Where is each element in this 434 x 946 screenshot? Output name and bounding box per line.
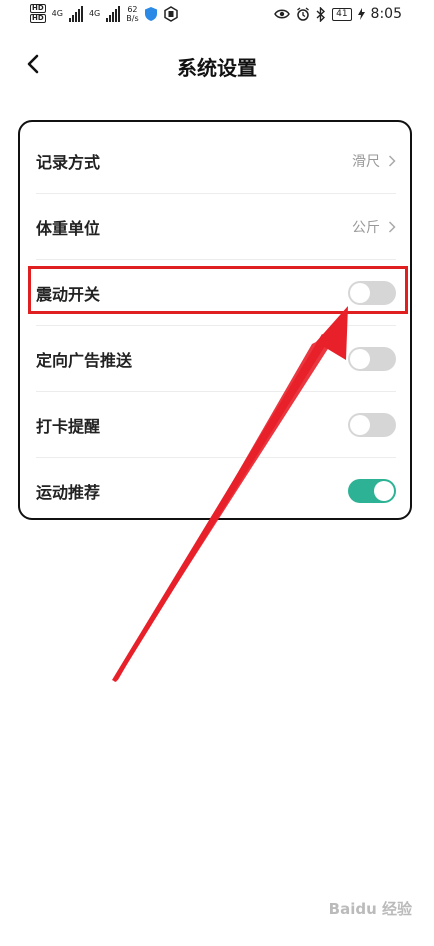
status-right: 41 8:05 xyxy=(274,6,402,22)
targeted-ads-toggle[interactable] xyxy=(348,347,396,371)
setting-row-weight-unit[interactable]: 体重单位 公斤 xyxy=(36,194,396,260)
screen: HD HD 4G 4G 62 B/s 41 8:05 系统设置 记录方式 滑尺 … xyxy=(0,0,434,946)
hd-badge: HD xyxy=(30,4,46,13)
app-notification-icon xyxy=(163,5,178,22)
setting-value-wrap: 滑尺 xyxy=(352,151,396,171)
setting-row-checkin-reminder: 打卡提醒 xyxy=(36,392,396,458)
settings-card: 记录方式 滑尺 体重单位 公斤 震动开关 定向广告推送 打卡提醒 运动推荐 xyxy=(18,120,412,520)
signal-label: 4G xyxy=(88,9,101,18)
setting-row-exercise-recommend: 运动推荐 xyxy=(36,458,396,524)
setting-label: 定向广告推送 xyxy=(36,351,133,370)
chevron-right-icon xyxy=(388,155,396,167)
clock: 8:05 xyxy=(370,6,402,22)
battery-icon: 41 xyxy=(332,7,352,21)
status-left: HD HD 4G 4G 62 B/s xyxy=(30,4,179,23)
signal-icon xyxy=(68,5,83,22)
status-bar: HD HD 4G 4G 62 B/s 41 8:05 xyxy=(0,0,434,30)
setting-value-wrap: 公斤 xyxy=(352,217,396,237)
setting-row-targeted-ads: 定向广告推送 xyxy=(36,326,396,392)
exercise-recommend-toggle[interactable] xyxy=(348,479,396,503)
toggle-knob xyxy=(350,415,370,435)
net-speed-unit: B/s xyxy=(126,13,139,23)
watermark: Baidu 经验 xyxy=(328,900,412,918)
toggle-knob xyxy=(374,481,394,501)
annotation-highlight-box xyxy=(28,266,408,314)
setting-label: 运动推荐 xyxy=(36,483,101,502)
setting-row-record-method[interactable]: 记录方式 滑尺 xyxy=(36,128,396,194)
alarm-icon xyxy=(297,7,309,21)
eye-icon xyxy=(274,9,290,19)
charging-icon xyxy=(357,8,365,20)
checkin-reminder-toggle[interactable] xyxy=(348,413,396,437)
setting-label: 打卡提醒 xyxy=(36,417,101,436)
hd-badges: HD HD xyxy=(30,4,46,23)
shield-icon xyxy=(144,6,157,21)
bluetooth-icon xyxy=(316,6,326,22)
signal-icon xyxy=(106,5,121,22)
signal-label: 4G xyxy=(51,9,63,18)
hd-badge: HD xyxy=(30,14,46,23)
chevron-right-icon xyxy=(388,221,396,233)
setting-label: 记录方式 xyxy=(36,153,101,172)
toggle-knob xyxy=(350,349,370,369)
setting-value: 公斤 xyxy=(352,220,380,236)
net-speed: 62 B/s xyxy=(126,5,138,23)
page-title: 系统设置 xyxy=(177,56,257,80)
setting-label: 体重单位 xyxy=(36,219,101,238)
setting-value: 滑尺 xyxy=(352,154,380,170)
net-speed-value: 62 xyxy=(127,4,138,14)
